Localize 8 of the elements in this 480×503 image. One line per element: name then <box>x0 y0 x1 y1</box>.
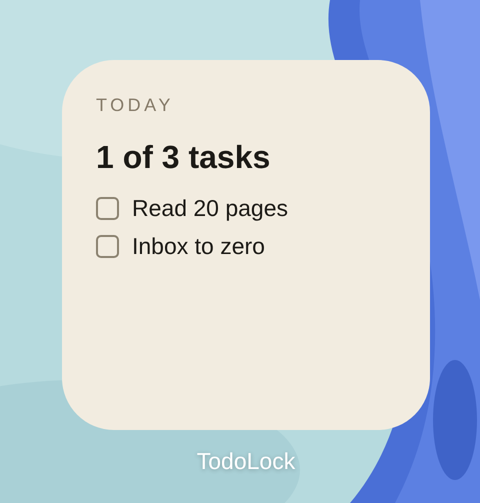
checkbox[interactable] <box>96 197 119 220</box>
section-label: TODAY <box>96 96 175 114</box>
task-text: Inbox to zero <box>132 232 265 260</box>
task-text: Read 20 pages <box>132 195 288 223</box>
app-name: TodoLock <box>196 448 296 474</box>
checkbox[interactable] <box>96 235 119 258</box>
widget-card[interactable]: TODAY 1 of 3 tasks Read 20 pages Inbox to zero <box>62 60 430 430</box>
task-count: 1 of 3 tasks <box>96 140 272 176</box>
